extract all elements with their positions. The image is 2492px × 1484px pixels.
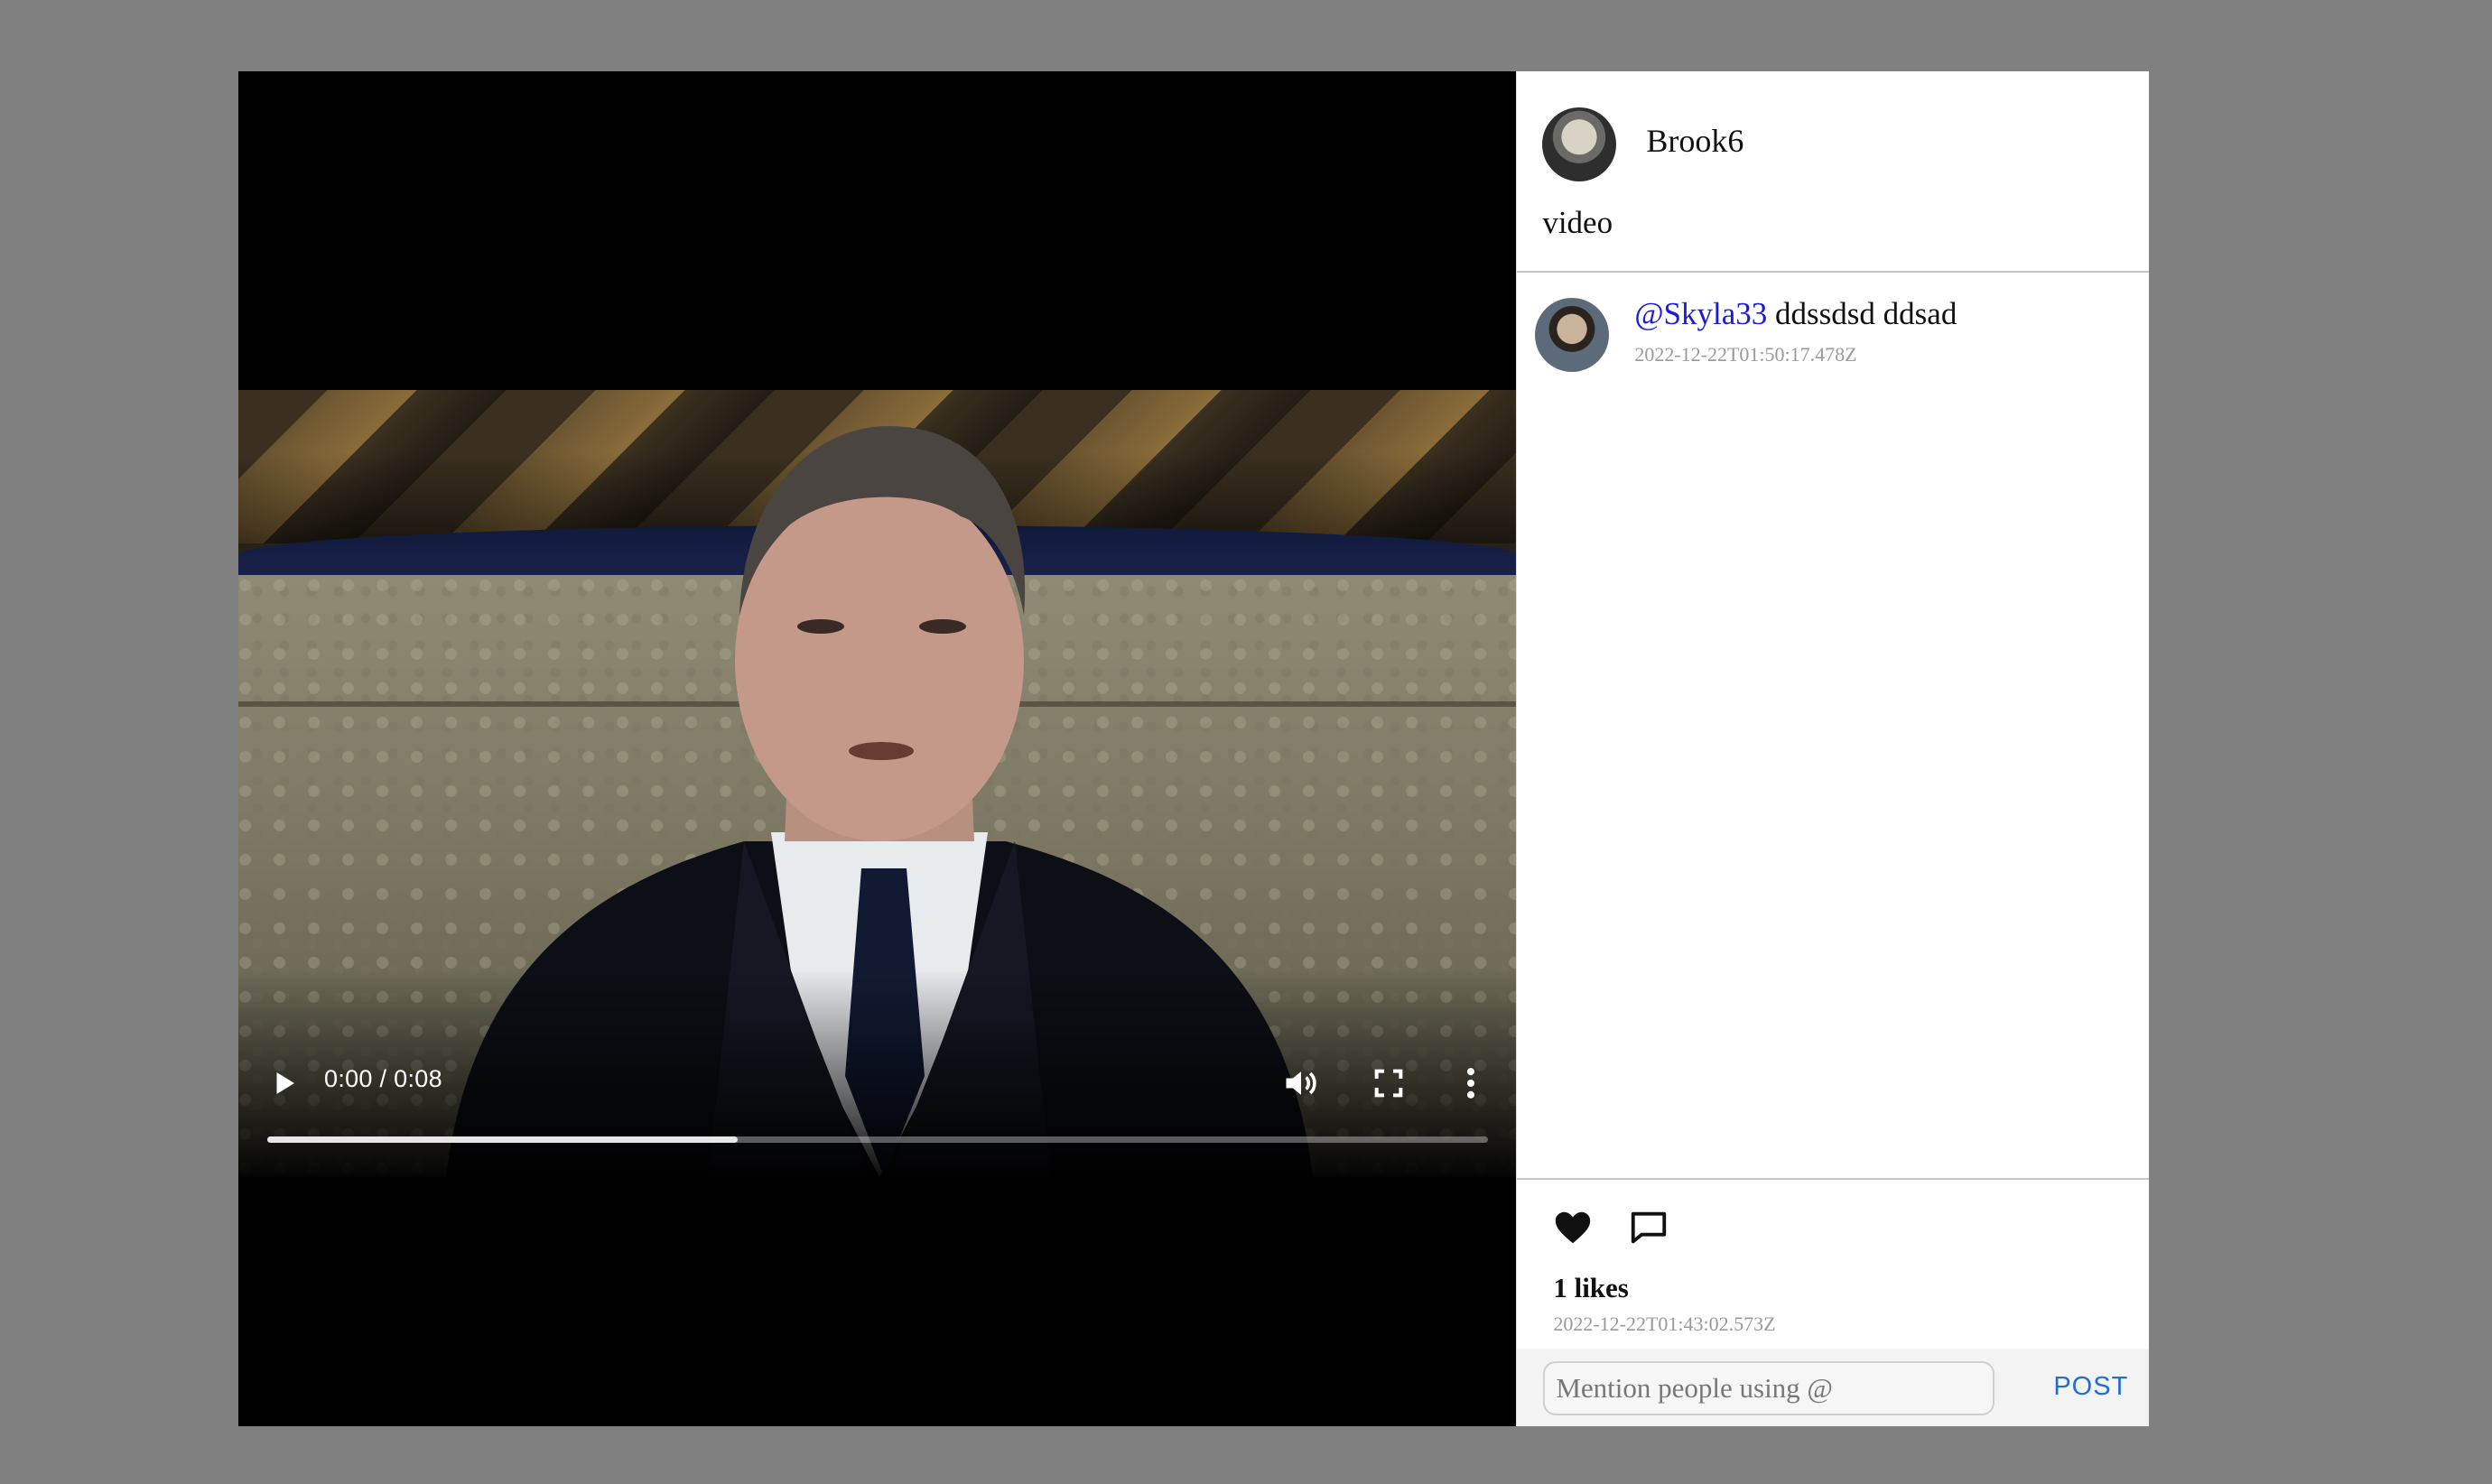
likes-count: 1 likes	[1553, 1272, 1629, 1303]
more-vert-icon[interactable]	[1457, 1063, 1484, 1103]
heart-icon[interactable]	[1551, 1207, 1595, 1248]
video-progress-bar[interactable]	[267, 1136, 1488, 1143]
video-time: 0:00 / 0:08	[324, 1065, 442, 1092]
post-sidebar: Brook6 video @Skyla33 ddssdsd ddsad 2022…	[1516, 71, 2149, 1426]
comment-text: @Skyla33 ddssdsd ddsad	[1634, 296, 1957, 332]
comment-icon[interactable]	[1627, 1207, 1670, 1248]
post-caption: video	[1542, 205, 1613, 240]
author-name[interactable]: Brook6	[1646, 122, 1743, 160]
volume-icon[interactable]	[1281, 1063, 1321, 1103]
comment-body: ddssdsd ddsad	[1767, 296, 1957, 331]
video-player[interactable]: 0:00 / 0:08	[238, 71, 1517, 1426]
post-comment-button[interactable]: POST	[2053, 1372, 2128, 1402]
comments-list: @Skyla33 ddssdsd ddsad 2022-12-22T01:50:…	[1517, 273, 2149, 1180]
post-timestamp: 2022-12-22T01:43:02.573Z	[1553, 1312, 1776, 1335]
fullscreen-icon[interactable]	[1371, 1065, 1407, 1101]
comment-mention-link[interactable]: @Skyla33	[1634, 296, 1767, 331]
post-header: Brook6 video	[1517, 71, 2149, 273]
play-icon[interactable]	[267, 1067, 300, 1099]
video-progress-fill	[267, 1136, 738, 1143]
video-controls: 0:00 / 0:08	[238, 1051, 1516, 1143]
author-avatar[interactable]	[1542, 107, 1617, 181]
comment-input[interactable]	[1543, 1361, 1995, 1415]
commenter-avatar[interactable]	[1535, 298, 1610, 372]
post-modal: 0:00 / 0:08 Brook6 video @Skyla33 ddssds…	[238, 71, 2149, 1426]
comment-composer: POST	[1517, 1349, 2149, 1426]
comment-timestamp: 2022-12-22T01:50:17.478Z	[1634, 343, 1857, 366]
